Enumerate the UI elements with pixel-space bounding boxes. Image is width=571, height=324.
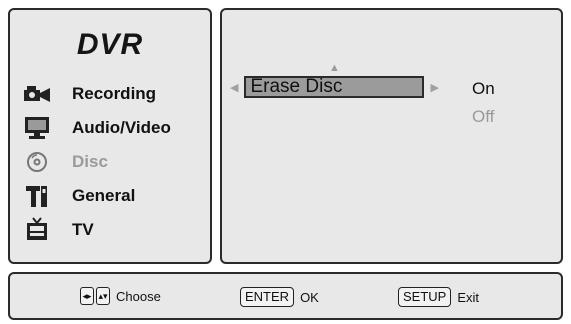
setup-key: SETUP bbox=[398, 287, 452, 307]
option-off[interactable]: Off bbox=[472, 107, 494, 127]
menu-item-recording[interactable]: Recording bbox=[22, 80, 156, 108]
menu-item-label: Audio/Video bbox=[72, 118, 171, 137]
menu-item-label: Disc bbox=[72, 152, 108, 171]
menu-title: DVR bbox=[76, 28, 144, 61]
erase-disc-item[interactable]: Erase Disc bbox=[244, 76, 425, 98]
menu-item-label: Recording bbox=[72, 84, 157, 103]
enter-hint: ENTER OK bbox=[240, 287, 319, 307]
right-arrow-icon: ▶ bbox=[430, 81, 439, 94]
camera-icon bbox=[22, 81, 52, 107]
menu-item-disc[interactable]: Disc bbox=[22, 148, 108, 176]
left-arrow-icon: ◀ bbox=[230, 81, 239, 94]
menu-item-general[interactable]: General bbox=[22, 182, 135, 210]
tv-icon bbox=[22, 217, 52, 243]
setup-hint: SETUP Exit bbox=[398, 287, 479, 307]
setting-row: ◀ Erase Disc ▶ bbox=[230, 76, 439, 98]
arrow-keys-icon: ◂▸ ▴▾ bbox=[80, 287, 110, 305]
menu-item-audio-video[interactable]: Audio/Video bbox=[22, 114, 171, 142]
tools-icon bbox=[22, 183, 52, 209]
disc-icon bbox=[22, 149, 52, 175]
setup-label: Exit bbox=[457, 289, 480, 305]
key-hint-bar: ◂▸ ▴▾ Choose ENTER OK SETUP Exit bbox=[8, 272, 563, 320]
choose-label: Choose bbox=[116, 288, 161, 304]
monitor-icon bbox=[22, 115, 52, 141]
choose-hint: ◂▸ ▴▾ Choose bbox=[80, 287, 161, 305]
option-on[interactable]: On bbox=[472, 79, 495, 99]
menu-item-label: TV bbox=[72, 220, 94, 239]
enter-label: OK bbox=[300, 289, 319, 305]
enter-key: ENTER bbox=[240, 287, 295, 307]
dvr-menu-panel: DVR Recording Audio/Video Disc General T… bbox=[8, 8, 212, 264]
menu-item-tv[interactable]: TV bbox=[22, 216, 94, 244]
settings-panel: ▲ ◀ Erase Disc ▶ On Off bbox=[220, 8, 563, 264]
menu-item-label: General bbox=[72, 186, 136, 205]
up-arrow-icon: ▲ bbox=[329, 62, 340, 74]
